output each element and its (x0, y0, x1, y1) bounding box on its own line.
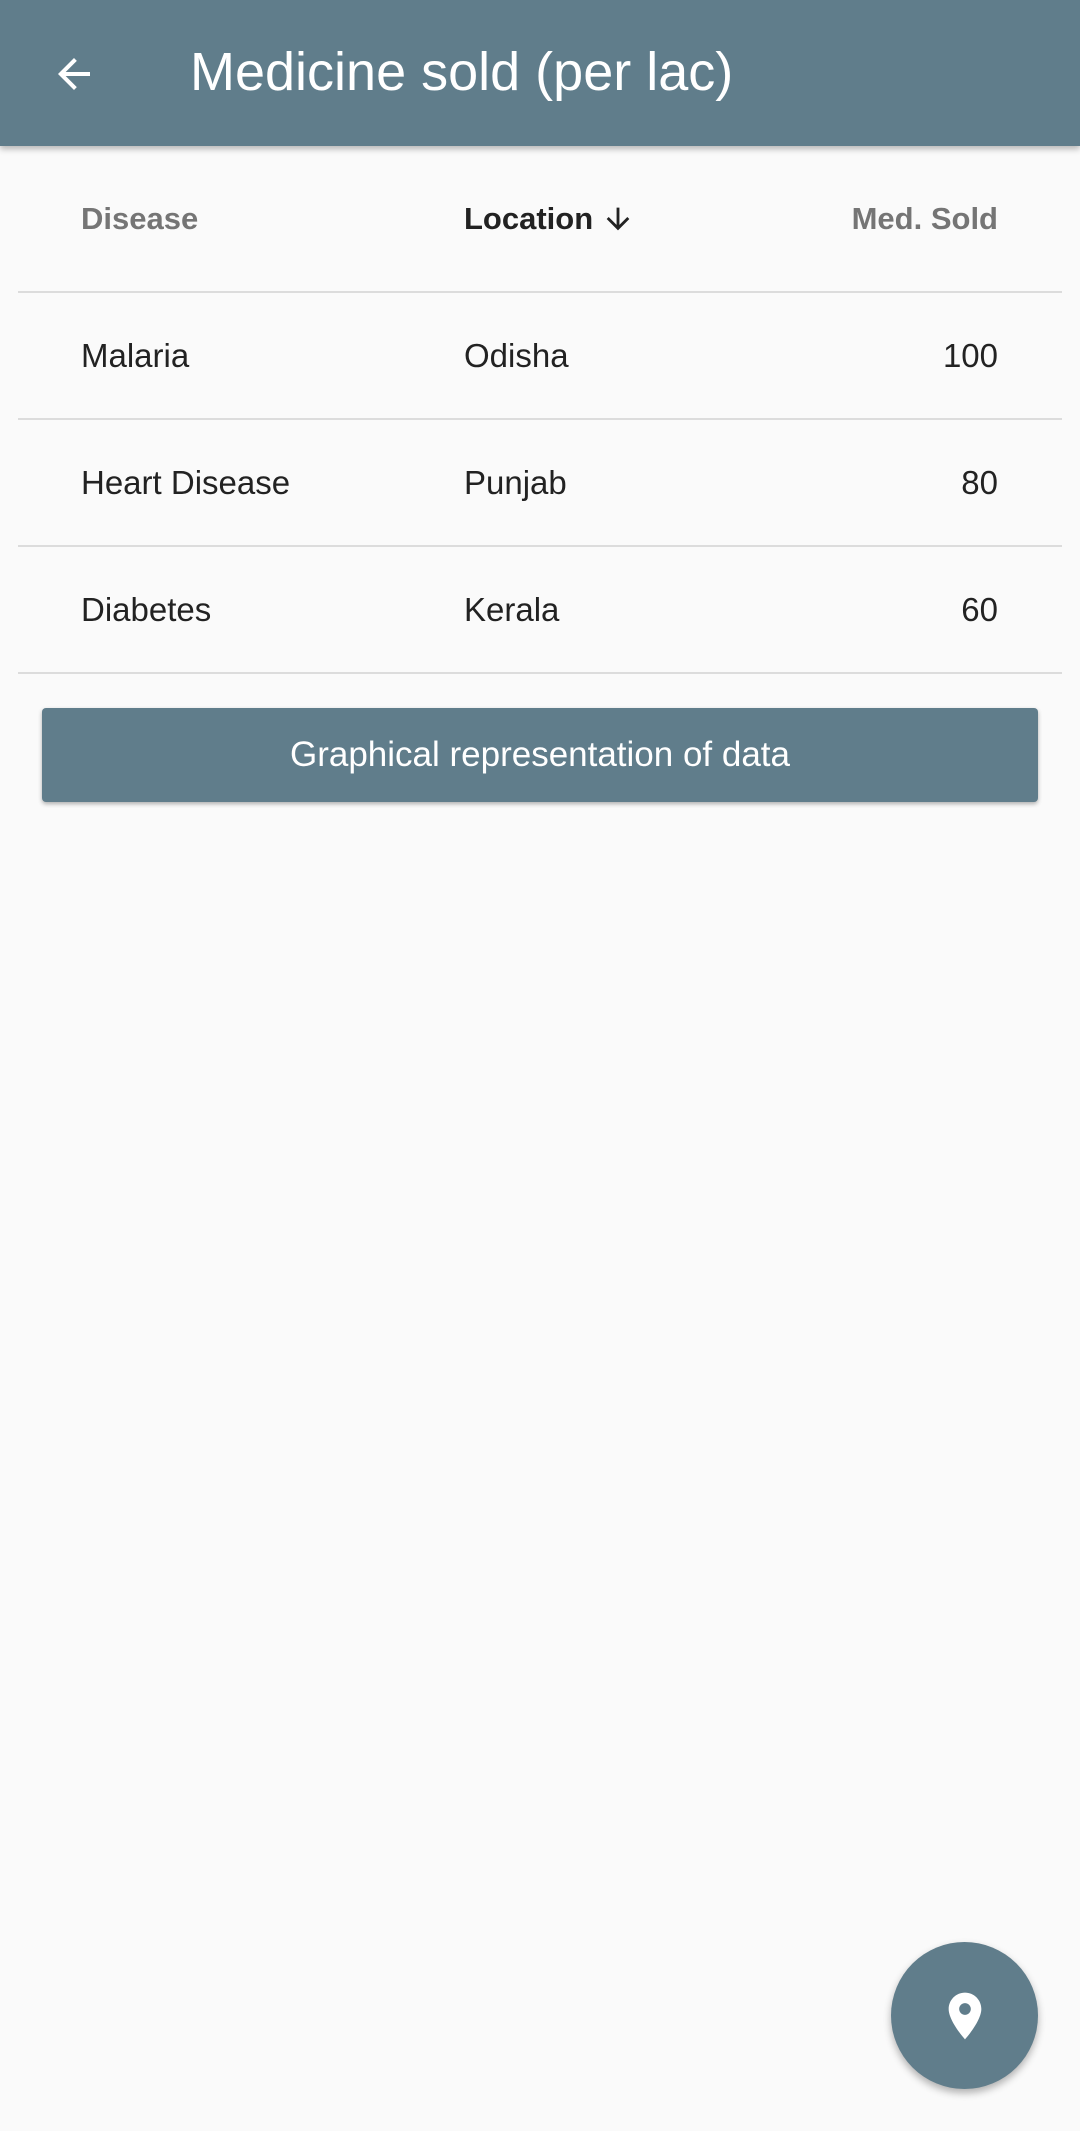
cell-med-sold: 60 (961, 590, 998, 628)
table-row[interactable]: Diabetes Kerala 60 (18, 547, 1062, 674)
app-bar: Medicine sold (per lac) (0, 0, 1080, 146)
cell-disease: Malaria (81, 336, 190, 374)
table-header-row: Disease Location Med. Sold (18, 146, 1062, 293)
cell-med-sold: 100 (942, 336, 998, 374)
data-table: Disease Location Med. Sold Malaria Odish… (18, 146, 1062, 674)
cell-location: Punjab (464, 463, 567, 501)
cell-med-sold: 80 (961, 463, 998, 501)
cell-disease: Heart Disease (81, 463, 291, 501)
cell-location: Odisha (464, 336, 569, 374)
column-header-label: Location (464, 200, 594, 236)
graphical-representation-button[interactable]: Graphical representation of data (42, 708, 1038, 802)
location-fab-button[interactable] (891, 1942, 1038, 2089)
column-header-disease[interactable]: Disease (81, 146, 198, 291)
column-header-location[interactable]: Location (464, 146, 635, 291)
location-pin-icon (948, 1992, 981, 2039)
back-button[interactable] (28, 28, 120, 120)
arrow-down-icon (601, 202, 635, 236)
arrow-back-icon (58, 58, 90, 90)
cell-location: Kerala (464, 590, 560, 628)
cell-disease: Diabetes (81, 590, 212, 628)
table-row[interactable]: Malaria Odisha 100 (18, 293, 1062, 420)
column-header-label: Med. Sold (851, 200, 998, 236)
column-header-label: Disease (81, 200, 199, 236)
column-header-med-sold[interactable]: Med. Sold (852, 146, 998, 291)
table-row[interactable]: Heart Disease Punjab 80 (18, 420, 1062, 547)
page-title: Medicine sold (per lac) (190, 42, 734, 102)
